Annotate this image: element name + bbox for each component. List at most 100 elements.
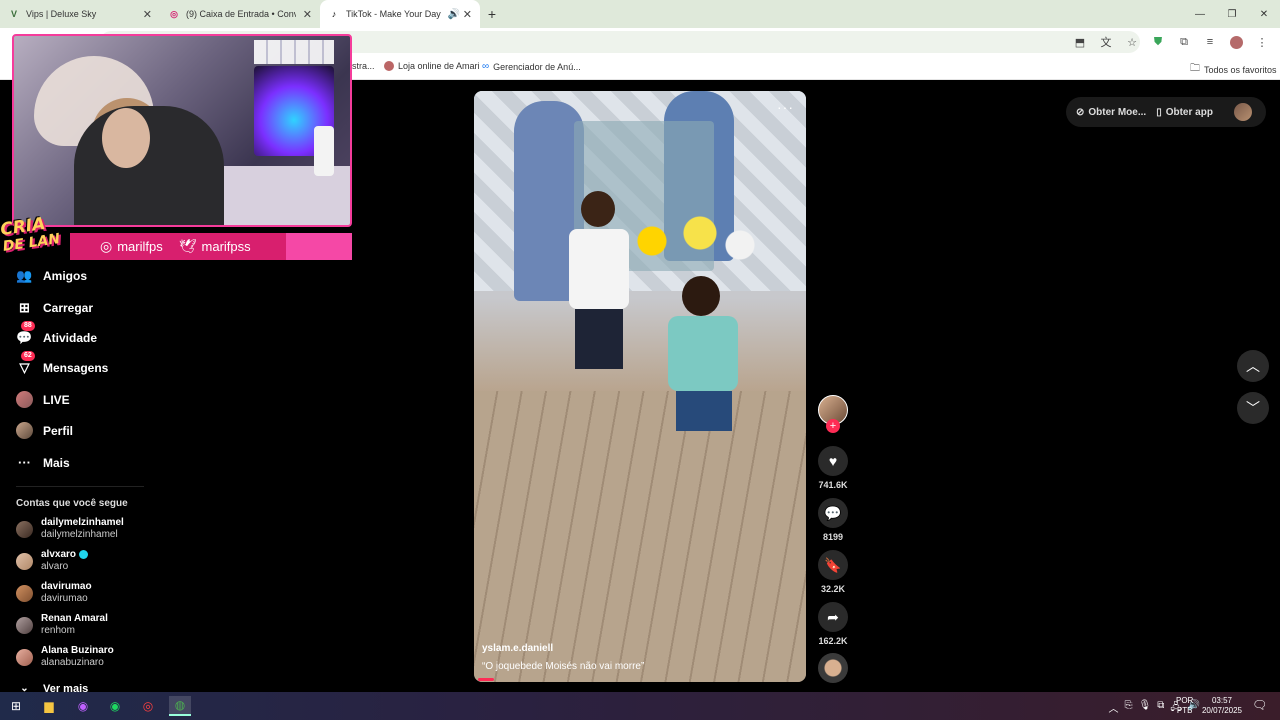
video-options-icon[interactable]: ··· <box>777 99 794 115</box>
clock-time: 03:57 <box>1211 696 1233 705</box>
followed-account[interactable]: davirumao davirumao <box>16 581 92 605</box>
restore-icon[interactable]: ❐ <box>1216 0 1248 28</box>
tray-chevron-icon[interactable]: ︿ <box>1109 700 1119 717</box>
minimize-icon[interactable]: — <box>1184 0 1216 28</box>
save-count: 32.2K <box>820 584 846 594</box>
activity-badge: 88 <box>21 321 35 331</box>
star-icon[interactable]: ☆ <box>1122 32 1142 52</box>
tab-tiktok[interactable]: ♪ TikTok - Make Your Day 🔊 ✕ <box>320 0 480 28</box>
heart-icon: ♥ <box>818 446 848 476</box>
messages-icon: ▽ 62 <box>16 351 35 376</box>
sidebar-item-live[interactable]: LIVE <box>16 391 70 408</box>
followed-account[interactable]: Alana Buzinaro alanabuzinaro <box>16 645 114 669</box>
bookmark-item[interactable]: ∞ Gerenciador de Anú... <box>482 61 581 72</box>
get-app-button[interactable]: ▯ Obter app <box>1156 107 1213 118</box>
windows-start-icon[interactable]: ⊞ <box>5 696 27 716</box>
sidebar-item-friends[interactable]: 👥 Amigos <box>16 267 87 284</box>
clock-date: 20/07/2025 <box>1201 706 1243 715</box>
close-icon[interactable]: ✕ <box>143 8 152 21</box>
share-button[interactable]: ➦ 162.2K <box>818 602 848 646</box>
all-bookmarks[interactable]: 🗀 Todos os favoritos <box>1190 61 1277 78</box>
messages-badge: 62 <box>21 351 35 361</box>
discord-icon[interactable]: ◉ <box>72 696 94 716</box>
sidebar-item-activity[interactable]: 💬 88 Atividade <box>16 321 98 346</box>
account-name: Renan Amaral <box>41 613 108 624</box>
next-video-button[interactable]: ﹀ <box>1237 392 1269 424</box>
twitter-handle: 🕊 marifpss <box>179 238 251 255</box>
tray-device-icon[interactable]: ⎘ <box>1125 700 1133 717</box>
menu-icon[interactable]: ⋮ <box>1252 32 1272 52</box>
system-clock[interactable]: 03:57 20/07/2025 <box>1200 696 1244 716</box>
followed-account[interactable]: dailymelzinhamel dailymelzinhamel <box>16 517 124 541</box>
file-explorer-icon[interactable]: ▆ <box>38 696 60 716</box>
tab-title: TikTok - Make Your Day <box>346 9 441 19</box>
previous-video-button[interactable]: ︿ <box>1237 350 1269 382</box>
sidebar-item-more[interactable]: ··· Mais <box>16 454 70 471</box>
comment-count: 8199 <box>822 532 844 542</box>
video-player[interactable]: ··· yslam.e.daniell “O joquebede Moisés … <box>474 91 806 682</box>
tray-display-icon[interactable]: ⧉ <box>1157 700 1164 717</box>
sidebar-item-profile[interactable]: Perfil <box>16 422 73 439</box>
account-name: Alana Buzinaro <box>41 645 114 656</box>
tray-mic-icon[interactable]: 🎙 <box>1139 700 1152 717</box>
bookmark-icon: 🔖 <box>818 550 848 580</box>
spotify-icon[interactable]: ◉ <box>104 696 126 716</box>
streamer-face <box>102 108 150 168</box>
chrome-icon[interactable]: ◍ <box>169 696 191 716</box>
video-username[interactable]: yslam.e.daniell <box>482 643 553 654</box>
follow-plus-icon[interactable]: + <box>826 419 840 433</box>
new-tab-button[interactable]: + <box>480 0 504 28</box>
media-icon[interactable]: ≡ <box>1200 32 1220 52</box>
like-button[interactable]: ♥ 741.6K <box>818 446 848 490</box>
followed-account[interactable]: Renan Amaral renhom <box>16 613 108 637</box>
hexagon-lights <box>254 40 334 64</box>
bookmark-item[interactable]: Loja online de Amari <box>384 61 480 71</box>
tab-vips[interactable]: V Vips | Deluxe Sky ✕ <box>0 0 160 28</box>
tab-title: (9) Caixa de Entrada • Convers... <box>186 9 296 19</box>
activity-icon: 💬 88 <box>16 321 35 346</box>
video-caption: “O joquebede Moisés não vai morre” <box>482 661 645 672</box>
folder-icon: 🗀 <box>1190 63 1200 74</box>
followed-account[interactable]: alvxaro alvaro <box>16 549 89 573</box>
sidebar-item-upload[interactable]: ⊞ Carregar <box>16 299 93 316</box>
kid-pants <box>676 391 732 431</box>
install-icon[interactable]: ⬒ <box>1070 32 1090 52</box>
notifications-icon[interactable]: 🗨 <box>1252 698 1267 712</box>
language-indicator[interactable]: POR PTB <box>1176 696 1193 716</box>
user-avatar[interactable] <box>1234 103 1252 121</box>
comment-button[interactable]: 💬 8199 <box>818 498 848 542</box>
store-icon <box>384 61 394 71</box>
avatar <box>16 552 33 570</box>
obs-icon[interactable]: ◎ <box>137 696 159 716</box>
get-coins-button[interactable]: ⊘ Obter Moe... <box>1076 107 1146 118</box>
extensions-icon[interactable]: ⧉ <box>1174 32 1194 52</box>
tab-instagram[interactable]: ◎ (9) Caixa de Entrada • Convers... ✕ <box>160 0 320 28</box>
translate-icon[interactable]: 文 <box>1096 32 1116 52</box>
video-progress-bar[interactable] <box>478 678 494 681</box>
save-button[interactable]: 🔖 32.2K <box>818 550 848 594</box>
close-window-icon[interactable]: ✕ <box>1248 0 1280 28</box>
close-icon[interactable]: ✕ <box>303 8 312 21</box>
video-floor <box>474 391 806 682</box>
share-icon: ➦ <box>818 602 848 632</box>
avatar <box>16 520 33 538</box>
sidebar-item-messages[interactable]: ▽ 62 Mensagens <box>16 351 108 376</box>
music-disc-icon[interactable] <box>818 653 848 683</box>
speaker-icon[interactable]: 🔊 <box>448 9 460 20</box>
sidebar-divider <box>16 486 144 487</box>
sidebar-item-label: LIVE <box>43 392 70 407</box>
bookmark-label: Loja online de Amari <box>398 61 480 71</box>
profile-avatar-icon[interactable] <box>1226 32 1246 52</box>
upload-icon: ⊞ <box>19 299 30 315</box>
sidebar-item-label: Atividade <box>43 330 98 345</box>
meta-icon: ∞ <box>482 61 490 72</box>
shield-icon[interactable]: ⛊ <box>1148 32 1168 52</box>
account-handle: alanabuzinaro <box>41 657 104 668</box>
account-handle: dailymelzinhamel <box>41 529 118 540</box>
toolbar-icons: ⬒ 文 ☆ ⛊ ⧉ ≡ ⋮ <box>1070 32 1272 52</box>
close-icon[interactable]: ✕ <box>463 8 472 21</box>
bookmark-item[interactable]: stra... <box>352 61 375 71</box>
sidebar-item-label: Perfil <box>43 423 74 438</box>
more-icon: ··· <box>18 455 31 470</box>
verified-icon <box>79 549 89 559</box>
